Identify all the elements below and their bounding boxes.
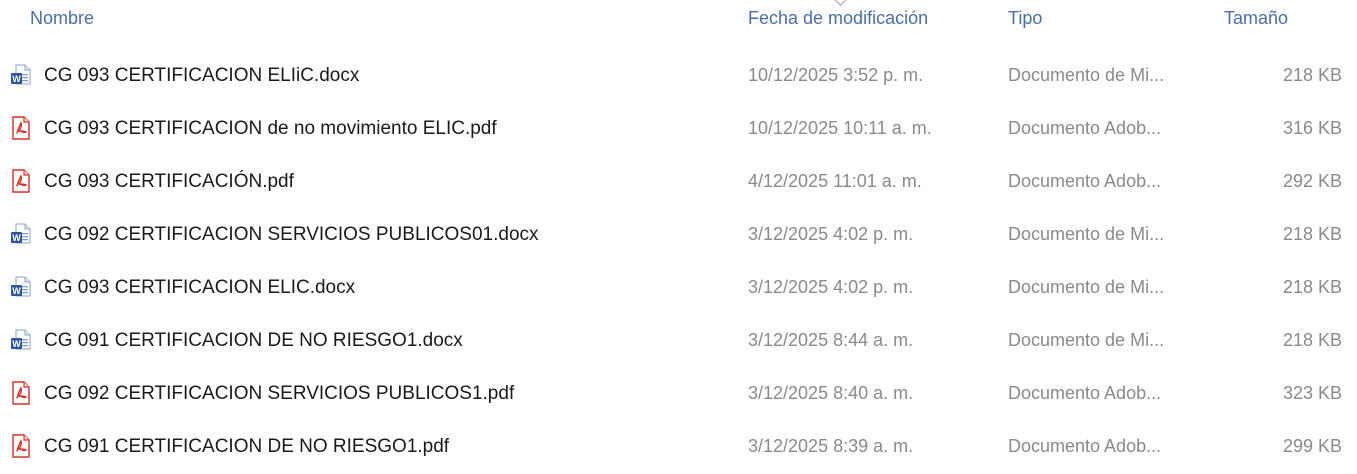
file-size: 218 KB	[1282, 277, 1342, 297]
column-header: Nombre Fecha de modificación Tipo Tamaño	[0, 0, 1357, 40]
file-modified-date: 3/12/2025 8:40 a. m.	[748, 383, 914, 403]
column-header-name[interactable]: Nombre	[30, 8, 94, 29]
file-modified-date: 4/12/2025 11:01 a. m.	[748, 171, 922, 191]
file-list: CG 093 CERTIFICACION ELIiC.docx 10/12/202…	[0, 50, 1357, 474]
file-size: 292 KB	[1282, 171, 1342, 191]
column-header-date[interactable]: Fecha de modificación	[748, 8, 928, 29]
file-row[interactable]: CG 093 CERTIFICACIÓN.pdf 4/12/2025 11:01 …	[0, 156, 1357, 209]
file-type: Documento de Mi...	[1008, 224, 1165, 244]
file-row[interactable]: CG 093 CERTIFICACION ELIiC.docx 10/12/202…	[0, 50, 1357, 103]
file-row[interactable]: CG 092 CERTIFICACION SERVICIOS PUBLICOS1…	[0, 368, 1357, 421]
file-type: Documento Adob...	[1008, 383, 1162, 403]
file-modified-date: 3/12/2025 8:44 a. m.	[748, 330, 914, 350]
file-name: CG 091 CERTIFICACION DE NO RIESGO1.pdf	[44, 436, 450, 457]
file-size: 323 KB	[1282, 383, 1342, 403]
file-row[interactable]: CG 091 CERTIFICACION DE NO RIESGO1.docx 3…	[0, 315, 1357, 368]
file-type: Documento de Mi...	[1008, 277, 1165, 297]
file-modified-date: 10/12/2025 3:52 p. m.	[748, 65, 924, 85]
file-size: 218 KB	[1282, 330, 1342, 350]
sort-indicator-icon	[834, 0, 847, 6]
file-row[interactable]: CG 092 CERTIFICACION SERVICIOS PUBLICOS0…	[0, 209, 1357, 262]
column-header-type[interactable]: Tipo	[1008, 8, 1042, 29]
file-modified-date: 3/12/2025 4:02 p. m.	[748, 277, 914, 297]
file-name: CG 093 CERTIFICACION ELIC.docx	[44, 277, 356, 298]
pdf-icon	[10, 116, 32, 140]
file-name: CG 092 CERTIFICACION SERVICIOS PUBLICOS0…	[44, 224, 539, 245]
file-modified-date: 3/12/2025 4:02 p. m.	[748, 224, 914, 244]
pdf-icon	[10, 434, 32, 458]
word-doc-icon	[10, 222, 32, 246]
file-name: CG 093 CERTIFICACIÓN.pdf	[44, 171, 294, 192]
column-header-size[interactable]: Tamaño	[1224, 8, 1288, 29]
file-modified-date: 3/12/2025 8:39 a. m.	[748, 436, 914, 456]
file-size: 218 KB	[1282, 65, 1342, 85]
word-doc-icon	[10, 275, 32, 299]
file-name: CG 092 CERTIFICACION SERVICIOS PUBLICOS1…	[44, 383, 515, 404]
file-name: CG 091 CERTIFICACION DE NO RIESGO1.docx	[44, 330, 463, 351]
file-type: Documento Adob...	[1008, 118, 1162, 138]
file-name: CG 093 CERTIFICACION de no movimiento EL…	[44, 118, 497, 139]
file-modified-date: 10/12/2025 10:11 a. m.	[748, 118, 932, 138]
file-row[interactable]: CG 091 CERTIFICACION DE NO RIESGO1.pdf 3/…	[0, 421, 1357, 474]
file-type: Documento Adob...	[1008, 171, 1162, 191]
file-type: Documento de Mi...	[1008, 65, 1165, 85]
file-size: 299 KB	[1282, 436, 1342, 456]
file-size: 218 KB	[1282, 224, 1342, 244]
file-row[interactable]: CG 093 CERTIFICACION de no movimiento EL…	[0, 103, 1357, 156]
file-row[interactable]: CG 093 CERTIFICACION ELIC.docx 3/12/2025 …	[0, 262, 1357, 315]
file-name: CG 093 CERTIFICACION ELIiC.docx	[44, 65, 360, 86]
file-type: Documento Adob...	[1008, 436, 1162, 456]
pdf-icon	[10, 381, 32, 405]
word-doc-icon	[10, 63, 32, 87]
file-size: 316 KB	[1282, 118, 1342, 138]
file-type: Documento de Mi...	[1008, 330, 1165, 350]
word-doc-icon	[10, 328, 32, 352]
pdf-icon	[10, 169, 32, 193]
